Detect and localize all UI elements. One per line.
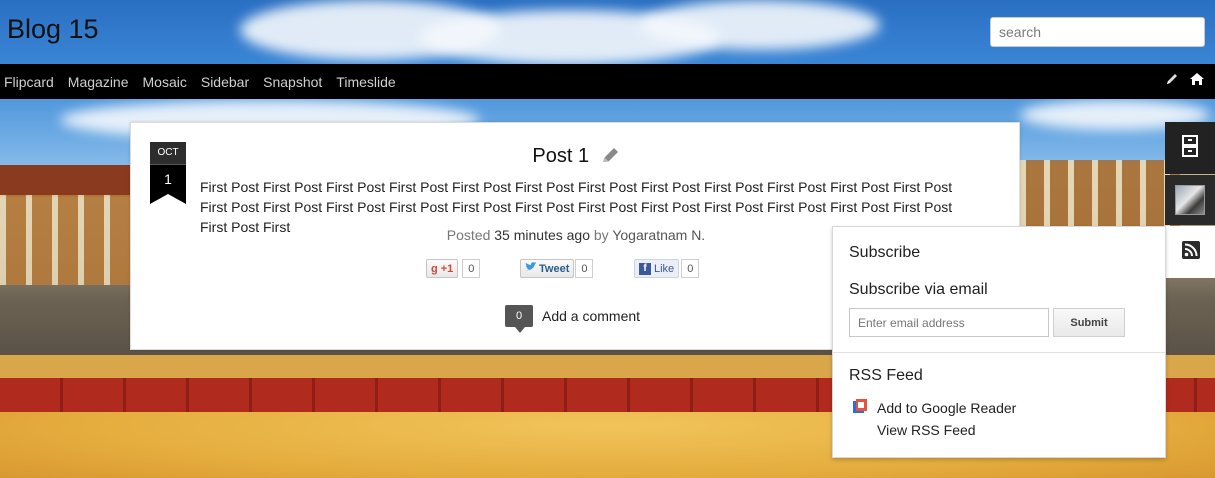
facebook-share: f Like 0 xyxy=(634,259,700,278)
subscribe-email-title: Subscribe via email xyxy=(849,281,988,298)
gplus-share: g +1 0 xyxy=(426,259,481,278)
nav-item-sidebar[interactable]: Sidebar xyxy=(201,74,249,90)
rss-feed-title: RSS Feed xyxy=(849,367,923,384)
rss-icon xyxy=(1181,240,1200,264)
post-time[interactable]: 35 minutes ago xyxy=(494,227,590,243)
gplus-button[interactable]: g +1 xyxy=(426,259,459,278)
email-field[interactable] xyxy=(849,308,1049,337)
search-input[interactable] xyxy=(990,17,1205,47)
by-label: by xyxy=(593,227,609,243)
subscribe-tab[interactable] xyxy=(1165,226,1215,278)
twitter-bird-icon xyxy=(525,262,537,275)
home-icon[interactable] xyxy=(1189,72,1205,91)
arena-roof xyxy=(0,165,130,197)
site-title[interactable]: t Blog 15 xyxy=(0,14,99,45)
divider xyxy=(833,352,1165,353)
post-author[interactable]: Yogaratnam N. xyxy=(612,227,705,243)
avatar xyxy=(1175,185,1205,215)
like-label: Like xyxy=(654,262,675,275)
ribbon-tail xyxy=(150,194,186,204)
pencil-icon[interactable] xyxy=(1165,72,1179,91)
comments-area: 0 Add a comment xyxy=(505,305,640,333)
navbar: Flipcard Magazine Mosaic Sidebar Snapsho… xyxy=(0,64,1215,99)
gplus-count: 0 xyxy=(462,259,481,278)
tweet-share: Tweet 0 xyxy=(520,259,594,278)
nav-item-snapshot[interactable]: Snapshot xyxy=(263,74,322,90)
google-reader-link[interactable]: Add to Google Reader xyxy=(852,398,1016,417)
nav-item-timeslide[interactable]: Timeslide xyxy=(336,74,395,90)
profile-tab[interactable] xyxy=(1165,175,1215,225)
archive-icon xyxy=(1182,134,1198,162)
add-comment-link[interactable]: Add a comment xyxy=(542,308,640,324)
submit-button[interactable]: Submit xyxy=(1053,308,1125,337)
like-button[interactable]: f Like xyxy=(634,259,680,278)
subscribe-title: Subscribe xyxy=(849,244,921,261)
like-count: 0 xyxy=(681,259,700,278)
comment-count[interactable]: 0 xyxy=(505,305,533,333)
tweet-count: 0 xyxy=(575,259,594,278)
posted-label: Posted xyxy=(446,227,491,243)
arena-arches xyxy=(0,195,130,285)
archive-tab[interactable] xyxy=(1165,122,1215,174)
edit-pencil-icon[interactable] xyxy=(600,146,620,169)
nav-item-flipcard[interactable]: Flipcard xyxy=(4,74,54,90)
nav-menu: Flipcard Magazine Mosaic Sidebar Snapsho… xyxy=(4,64,410,99)
subscribe-panel: Subscribe Subscribe via email Submit RSS… xyxy=(832,226,1166,458)
facebook-icon: f xyxy=(639,262,651,275)
tweet-button[interactable]: Tweet xyxy=(520,259,575,278)
view-rss-feed-link[interactable]: View RSS Feed xyxy=(877,422,976,438)
google-reader-label: Add to Google Reader xyxy=(877,399,1017,416)
post-title-row: Post 1 xyxy=(131,145,1021,169)
nav-icons xyxy=(1165,64,1205,99)
tweet-label: Tweet xyxy=(539,262,570,275)
gplus-icon: g xyxy=(431,262,438,275)
nav-item-mosaic[interactable]: Mosaic xyxy=(143,74,187,90)
post-title[interactable]: Post 1 xyxy=(532,145,589,167)
gplus-label: +1 xyxy=(440,262,454,275)
cloud xyxy=(640,0,880,50)
google-reader-icon xyxy=(852,398,868,417)
nav-item-magazine[interactable]: Magazine xyxy=(68,74,129,90)
